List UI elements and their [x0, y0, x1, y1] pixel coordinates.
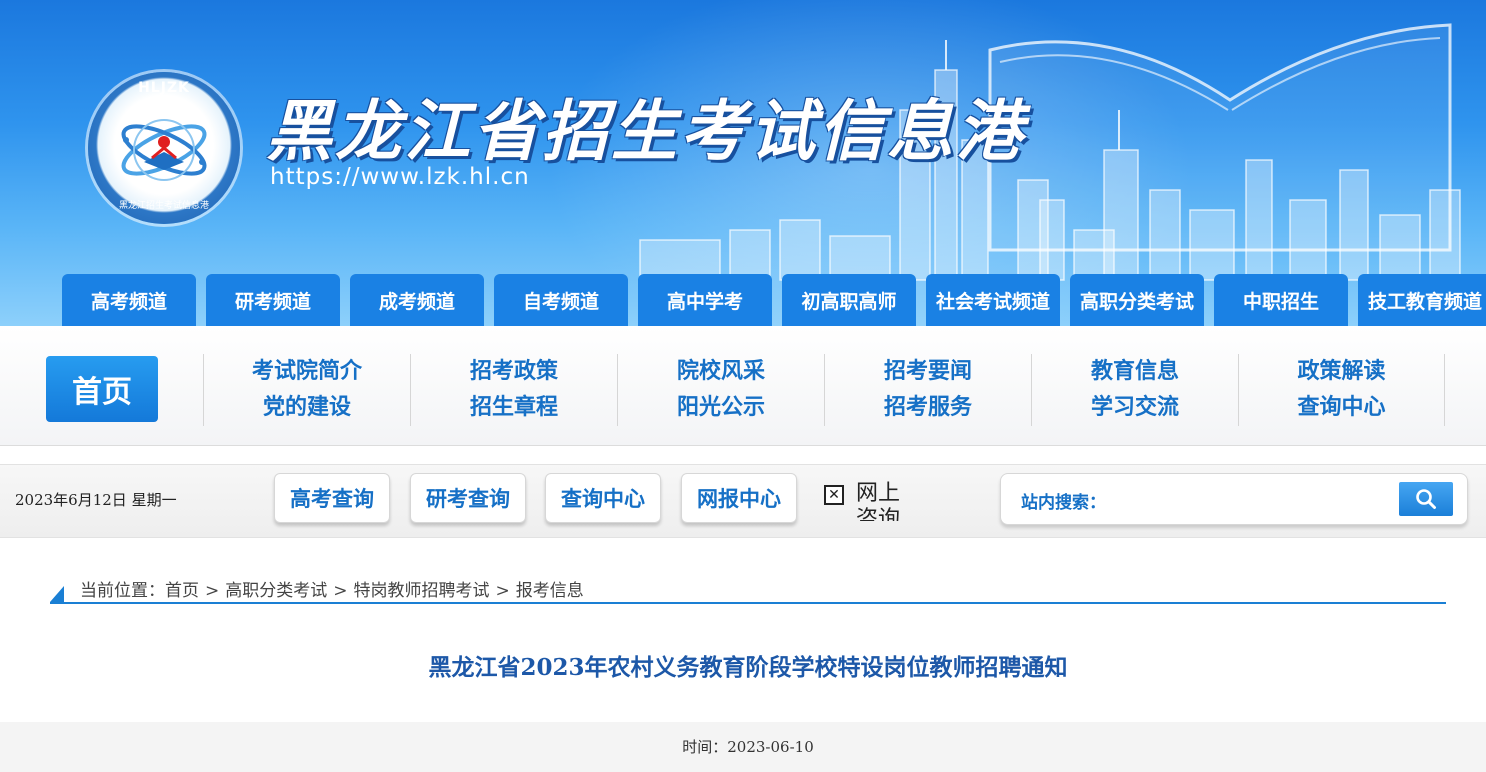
nav-link-party[interactable]: 党的建设 — [263, 390, 351, 426]
home-button[interactable]: 首页 — [46, 356, 158, 422]
breadcrumb-separator: > — [205, 581, 220, 601]
nav-column-1: 考试院简介 党的建设 — [203, 354, 410, 426]
query-center-button[interactable]: 查询中心 — [545, 473, 661, 523]
nav-link-query-center[interactable]: 查询中心 — [1297, 390, 1385, 426]
nav-column-2: 招考政策 招生章程 — [410, 354, 617, 426]
breadcrumb-tegang[interactable]: 特岗教师招聘考试 — [354, 581, 490, 601]
online-registration-button[interactable]: 网报中心 — [681, 473, 797, 523]
channel-tab-chugaozhi[interactable]: 初高职高师 — [782, 274, 916, 326]
nav-column-5: 教育信息 学习交流 — [1031, 354, 1238, 426]
breadcrumb-separator: > — [495, 581, 510, 601]
main-navigation: 首页 考试院简介 党的建设 招考政策 招生章程 院校风采 阳光公示 招考要闻 招… — [0, 326, 1486, 446]
nav-link-services[interactable]: 招考服务 — [884, 390, 972, 426]
nav-link-colleges[interactable]: 院校风采 — [677, 354, 765, 390]
nav-link-charter[interactable]: 招生章程 — [470, 390, 558, 426]
channel-tab-gaozhi-fenlei[interactable]: 高职分类考试 — [1070, 274, 1204, 326]
search-input[interactable] — [1127, 482, 1401, 516]
search-icon — [1416, 489, 1436, 509]
nav-link-edu-info[interactable]: 教育信息 — [1091, 354, 1179, 390]
logo-caption: 黑龙江招生考试信息港 — [118, 201, 209, 211]
channel-tab-social-exam[interactable]: 社会考试频道 — [926, 274, 1060, 326]
current-date: 2023年6月12日 星期一 — [15, 491, 177, 509]
yankao-query-button[interactable]: 研考查询 — [410, 473, 526, 523]
nav-link-interpretation[interactable]: 政策解读 — [1297, 354, 1385, 390]
nav-column-6: 政策解读 查询中心 — [1238, 354, 1445, 426]
breadcrumb-separator: > — [333, 581, 348, 601]
site-search: 站内搜索： — [1000, 473, 1468, 525]
header-banner: HLJZK 黑龙江招生考试信息港 黑龙江省招生考试信息港 https://www… — [0, 0, 1486, 326]
nav-link-about[interactable]: 考试院简介 — [252, 354, 362, 390]
breadcrumb-corner-icon — [50, 586, 64, 602]
breadcrumb-prefix: 当前位置： — [80, 581, 165, 601]
nav-link-policy[interactable]: 招考政策 — [470, 354, 558, 390]
gaokao-query-button[interactable]: 高考查询 — [274, 473, 390, 523]
article-meta-bar: 时间：2023-06-10 — [0, 722, 1486, 772]
channel-tab-xuekao[interactable]: 高中学考 — [638, 274, 772, 326]
channel-tab-zikao[interactable]: 自考频道 — [494, 274, 628, 326]
site-title: 黑龙江省招生考试信息港 — [266, 92, 1025, 170]
breadcrumb-trail: 当前位置：首页 > 高职分类考试 > 特岗教师招聘考试 > 报考信息 — [80, 576, 584, 601]
online-consult-label: 网上咨询 — [856, 481, 901, 521]
article-title: 黑龙江省2023年农村义务教育阶段学校特设岗位教师招聘通知 — [428, 654, 1068, 681]
nav-column-3: 院校风采 阳光公示 — [617, 354, 824, 426]
channel-tab-zhongzhi[interactable]: 中职招生 — [1214, 274, 1348, 326]
online-consult-link[interactable]: ✕ 网上咨询 — [824, 481, 914, 521]
nav-link-news[interactable]: 招考要闻 — [884, 354, 972, 390]
channel-tab-chengkao[interactable]: 成考频道 — [350, 274, 484, 326]
channel-tab-gaokao[interactable]: 高考频道 — [62, 274, 196, 326]
utility-bar: 2023年6月12日 星期一 高考查询 研考查询 查询中心 网报中心 ✕ 网上咨… — [0, 464, 1486, 538]
logo-emblem-icon — [121, 119, 207, 181]
publish-time: 时间：2023-06-10 — [682, 738, 814, 756]
breadcrumb: 当前位置：首页 > 高职分类考试 > 特岗教师招聘考试 > 报考信息 — [50, 572, 1446, 604]
nav-link-study[interactable]: 学习交流 — [1091, 390, 1179, 426]
nav-column-4: 招考要闻 招考服务 — [824, 354, 1031, 426]
logo-acronym: HLJZK — [138, 80, 190, 96]
breadcrumb-gaozhi-fenlei[interactable]: 高职分类考试 — [225, 581, 327, 601]
breadcrumb-current[interactable]: 报考信息 — [516, 581, 584, 601]
channel-tab-yankao[interactable]: 研考频道 — [206, 274, 340, 326]
site-url: https://www.lzk.hl.cn — [270, 164, 530, 190]
search-label: 站内搜索： — [1021, 493, 1106, 513]
search-button[interactable] — [1399, 482, 1453, 516]
channel-tabs: 高考频道 研考频道 成考频道 自考频道 高中学考 初高职高师 社会考试频道 高职… — [62, 274, 1486, 326]
channel-tab-jigong[interactable]: 技工教育频道 — [1358, 274, 1486, 326]
nav-link-public-notice[interactable]: 阳光公示 — [677, 390, 765, 426]
broken-image-icon: ✕ — [824, 485, 844, 505]
site-logo[interactable]: HLJZK 黑龙江招生考试信息港 — [88, 72, 240, 224]
breadcrumb-home[interactable]: 首页 — [165, 581, 199, 601]
